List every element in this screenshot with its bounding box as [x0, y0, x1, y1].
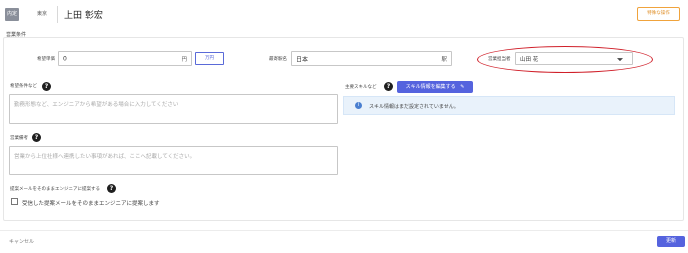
save-button[interactable]: 更新: [657, 236, 685, 247]
pencil-icon: ✎: [460, 84, 465, 90]
header-divider: [57, 6, 58, 23]
sales-notes-label: 営業備考: [10, 136, 28, 141]
skills-info-text: スキル情報はまだ設定されていません。: [369, 104, 459, 110]
main-skills-label: 主要スキルなど: [345, 85, 377, 90]
nearest-station-input[interactable]: 日本 駅: [291, 51, 452, 66]
man-yen-button[interactable]: 万円: [195, 52, 224, 65]
help-icon[interactable]: ?: [384, 82, 393, 91]
highlight-oval: [477, 46, 653, 73]
footer-divider: [0, 230, 688, 231]
desired-price-label: 希望単価: [37, 57, 55, 62]
edit-skills-button[interactable]: スキル情報を編集する ✎: [397, 81, 473, 93]
desired-price-unit: 円: [181, 56, 187, 63]
proposal-mail-checkbox[interactable]: [11, 198, 18, 205]
station-suffix: 駅: [441, 56, 447, 63]
desired-price-input[interactable]: 0 円: [58, 51, 192, 66]
nearest-station-label: 最寄駅名: [269, 57, 287, 62]
engineer-detail-page: 内定 東京 上田 彰宏 特殊な操作 営業条件 希望単価 0 円 万円 最寄駅名 …: [0, 0, 688, 253]
special-action-button[interactable]: 特殊な操作: [637, 7, 680, 21]
status-badge: 内定: [5, 8, 19, 21]
sales-notes-textarea[interactable]: 営業から上位社様へ連携したい事項があれば、ここへ記載してください。: [9, 146, 338, 175]
edit-skills-label: スキル情報を編集する: [405, 84, 456, 90]
engineer-name: 上田 彰宏: [64, 11, 103, 21]
area-label: 東京: [37, 11, 48, 17]
help-icon[interactable]: ?: [42, 82, 51, 91]
header: 内定 東京 上田 彰宏 特殊な操作: [0, 0, 688, 30]
cancel-button[interactable]: キャンセル: [9, 238, 34, 245]
proposal-mail-checkbox-label[interactable]: 受信した提案メールをそのままエンジニアに提案します: [22, 199, 160, 207]
desired-conditions-textarea[interactable]: 勤務形態など、エンジニアから希望がある場合に入力してください: [9, 94, 338, 124]
skills-info-box: i スキル情報はまだ設定されていません。: [343, 96, 675, 115]
help-icon[interactable]: ?: [32, 133, 41, 142]
desired-price-value: 0: [63, 55, 67, 62]
desired-conditions-label: 希望条件など: [10, 84, 37, 89]
help-icon[interactable]: ?: [107, 184, 116, 193]
info-icon: i: [355, 102, 362, 109]
desired-conditions-placeholder: 勤務形態など、エンジニアから希望がある場合に入力してください: [14, 102, 179, 108]
nearest-station-value: 日本: [296, 56, 309, 63]
sales-notes-placeholder: 営業から上位社様へ連携したい事項があれば、ここへ記載してください。: [14, 154, 196, 160]
proposal-mail-label: 提案メールをそのままエンジニアに提案する: [10, 187, 100, 192]
